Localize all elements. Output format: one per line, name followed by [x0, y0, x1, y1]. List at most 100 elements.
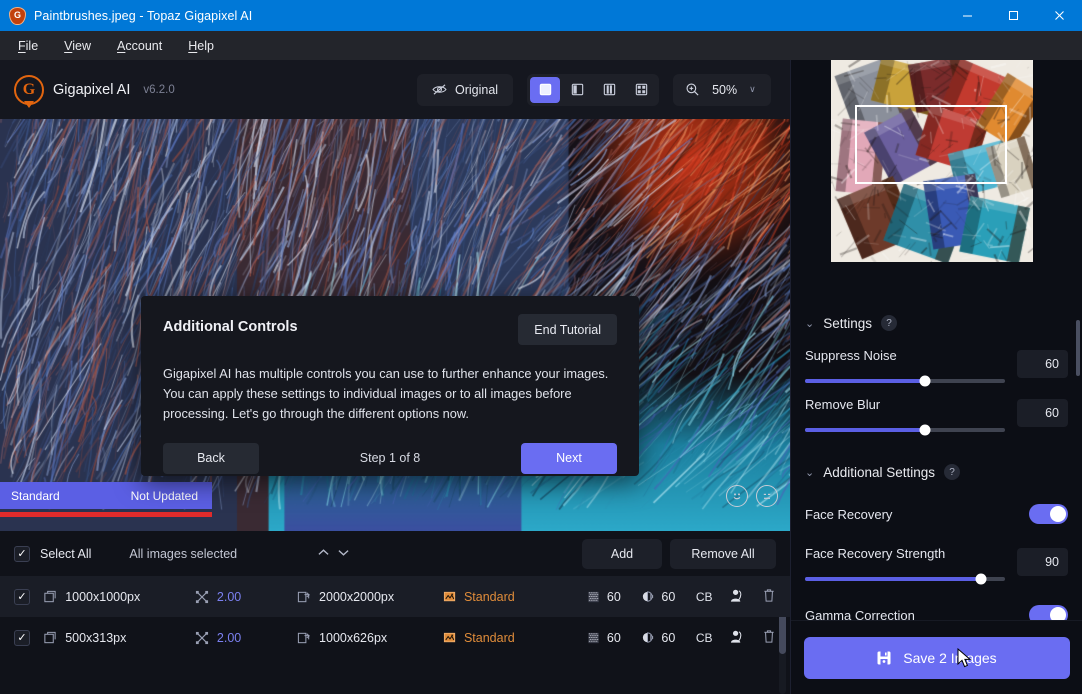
suppress-noise-slider[interactable]	[805, 379, 1005, 383]
output-image-icon	[297, 590, 311, 604]
gigapixel-logo-icon: G	[14, 75, 44, 105]
navigator-viewport-rect[interactable]	[855, 105, 1007, 184]
tutorial-step-indicator: Step 1 of 8	[360, 451, 420, 465]
face-recovery-strength-value[interactable]: 90	[1017, 548, 1068, 576]
face-recovery-label: Face Recovery	[805, 507, 892, 522]
menu-help[interactable]: Help	[176, 35, 226, 57]
file-list-header: ✓ Select All All images selected Add Rem…	[0, 531, 790, 576]
help-icon[interactable]: ?	[944, 464, 960, 480]
zoom-control[interactable]: 50% ∨	[673, 74, 771, 106]
eye-off-icon	[432, 83, 447, 96]
row-source-size: 500x313px	[65, 631, 126, 645]
tutorial-next-button[interactable]: Next	[521, 443, 617, 474]
side-by-side-icon[interactable]	[594, 77, 624, 103]
row-blur: 60	[641, 590, 695, 604]
menu-account-rest: ccount	[125, 39, 162, 53]
face-recovery-strength-control: Face Recovery Strength 90	[805, 546, 1068, 581]
gigapixel-app-window: G Paintbrushes.jpeg - Topaz Gigapixel AI…	[0, 0, 1082, 694]
row-color-balance[interactable]: CB	[696, 631, 729, 645]
status-badge: Standard Not Updated	[0, 482, 212, 509]
select-all-checkbox[interactable]: ✓	[14, 546, 30, 562]
row-blur: 60	[641, 631, 695, 645]
chevron-down-icon[interactable]	[336, 545, 351, 563]
grid-pane-icon[interactable]	[626, 77, 656, 103]
original-toggle-button[interactable]: Original	[417, 74, 513, 106]
row-output-size: 1000x626px	[319, 631, 387, 645]
split-pane-icon[interactable]	[562, 77, 592, 103]
gigapixel-shield-icon: G	[9, 7, 26, 25]
row-output-size: 2000x2000px	[319, 590, 394, 604]
gamma-correction-toggle[interactable]	[1029, 605, 1068, 620]
row-model-name: Standard	[464, 590, 515, 604]
row-noise-value: 60	[607, 631, 621, 645]
suppress-noise-value[interactable]: 60	[1017, 350, 1068, 378]
close-button[interactable]	[1036, 0, 1082, 31]
noise-grid-icon	[587, 590, 601, 604]
face-recovery-icon[interactable]	[729, 588, 762, 606]
gamma-correction-label: Gamma Correction	[805, 608, 915, 621]
row-model[interactable]: Standard	[443, 590, 587, 604]
face-recovery-toggle[interactable]	[1029, 504, 1068, 524]
tutorial-footer: Back Step 1 of 8 Next	[163, 443, 617, 474]
menu-account[interactable]: Account	[105, 35, 174, 57]
remove-all-button[interactable]: Remove All	[670, 539, 776, 569]
remove-blur-value[interactable]: 60	[1017, 399, 1068, 427]
chevron-down-icon[interactable]: ⌄	[805, 317, 814, 330]
row-scale: 2.00	[195, 631, 297, 645]
tutorial-back-button[interactable]: Back	[163, 443, 259, 474]
toolbar-controls: Original	[417, 74, 771, 106]
brand-name: Gigapixel AI	[53, 82, 130, 98]
menu-file[interactable]: File	[6, 35, 50, 57]
row-checkbox[interactable]: ✓	[14, 589, 43, 605]
row-checkbox[interactable]: ✓	[14, 630, 43, 646]
chevron-up-icon[interactable]	[316, 545, 331, 563]
brand: G Gigapixel AI v6.2.0	[14, 75, 175, 105]
help-icon[interactable]: ?	[881, 315, 897, 331]
row-color-balance[interactable]: CB	[696, 590, 729, 604]
tutorial-body-text: Gigapixel AI has multiple controls you c…	[163, 364, 613, 424]
row-source-size: 1000x1000px	[65, 590, 140, 604]
status-model: Standard	[0, 489, 60, 503]
add-button[interactable]: Add	[582, 539, 662, 569]
sort-arrows	[316, 545, 351, 563]
navigator-thumbnail[interactable]	[831, 60, 1033, 262]
settings-section-header[interactable]: ⌄ Settings ?	[791, 312, 1082, 334]
minimize-button[interactable]	[944, 0, 990, 31]
magnifier-plus-icon	[685, 82, 700, 97]
single-pane-icon[interactable]	[530, 77, 560, 103]
table-row[interactable]: ✓ 500x313px 2.00	[0, 617, 790, 658]
row-model[interactable]: Standard	[443, 631, 587, 645]
additional-settings-header[interactable]: ⌄ Additional Settings ?	[805, 464, 1068, 480]
trash-icon[interactable]	[762, 629, 776, 647]
row-output: 1000x626px	[297, 631, 443, 645]
file-list-panel: ✓ Select All All images selected Add Rem…	[0, 531, 790, 694]
neutral-face-icon[interactable]	[756, 485, 778, 507]
end-tutorial-button[interactable]: End Tutorial	[518, 314, 617, 345]
blur-contrast-icon	[641, 631, 655, 645]
settings-title: Settings	[823, 316, 872, 331]
suppress-noise-label: Suppress Noise	[805, 348, 1005, 363]
source-image-icon	[43, 631, 57, 645]
row-scale: 2.00	[195, 590, 297, 604]
remove-blur-label: Remove Blur	[805, 397, 1005, 412]
face-recovery-icon[interactable]	[729, 629, 762, 647]
menu-view[interactable]: View	[52, 35, 103, 57]
feedback-icons	[726, 485, 778, 507]
table-row[interactable]: ✓ 1000x1000px 2.00	[0, 576, 790, 617]
save-area: Save 2 Images	[791, 620, 1082, 694]
menu-view-rest: iew	[72, 39, 91, 53]
maximize-button[interactable]	[990, 0, 1036, 31]
model-image-icon	[443, 590, 457, 604]
face-recovery-strength-slider[interactable]	[805, 577, 1005, 581]
suppress-noise-control: Suppress Noise 60	[805, 348, 1068, 383]
happy-face-icon[interactable]	[726, 485, 748, 507]
chevron-down-icon[interactable]: ⌄	[805, 466, 814, 479]
chevron-down-icon: ∨	[749, 84, 756, 95]
view-mode-group	[527, 74, 659, 106]
original-label: Original	[455, 83, 498, 97]
remove-blur-slider[interactable]	[805, 428, 1005, 432]
save-disk-icon	[876, 650, 892, 666]
trash-icon[interactable]	[762, 588, 776, 606]
row-noise: 60	[587, 631, 641, 645]
save-images-button[interactable]: Save 2 Images	[804, 637, 1070, 679]
